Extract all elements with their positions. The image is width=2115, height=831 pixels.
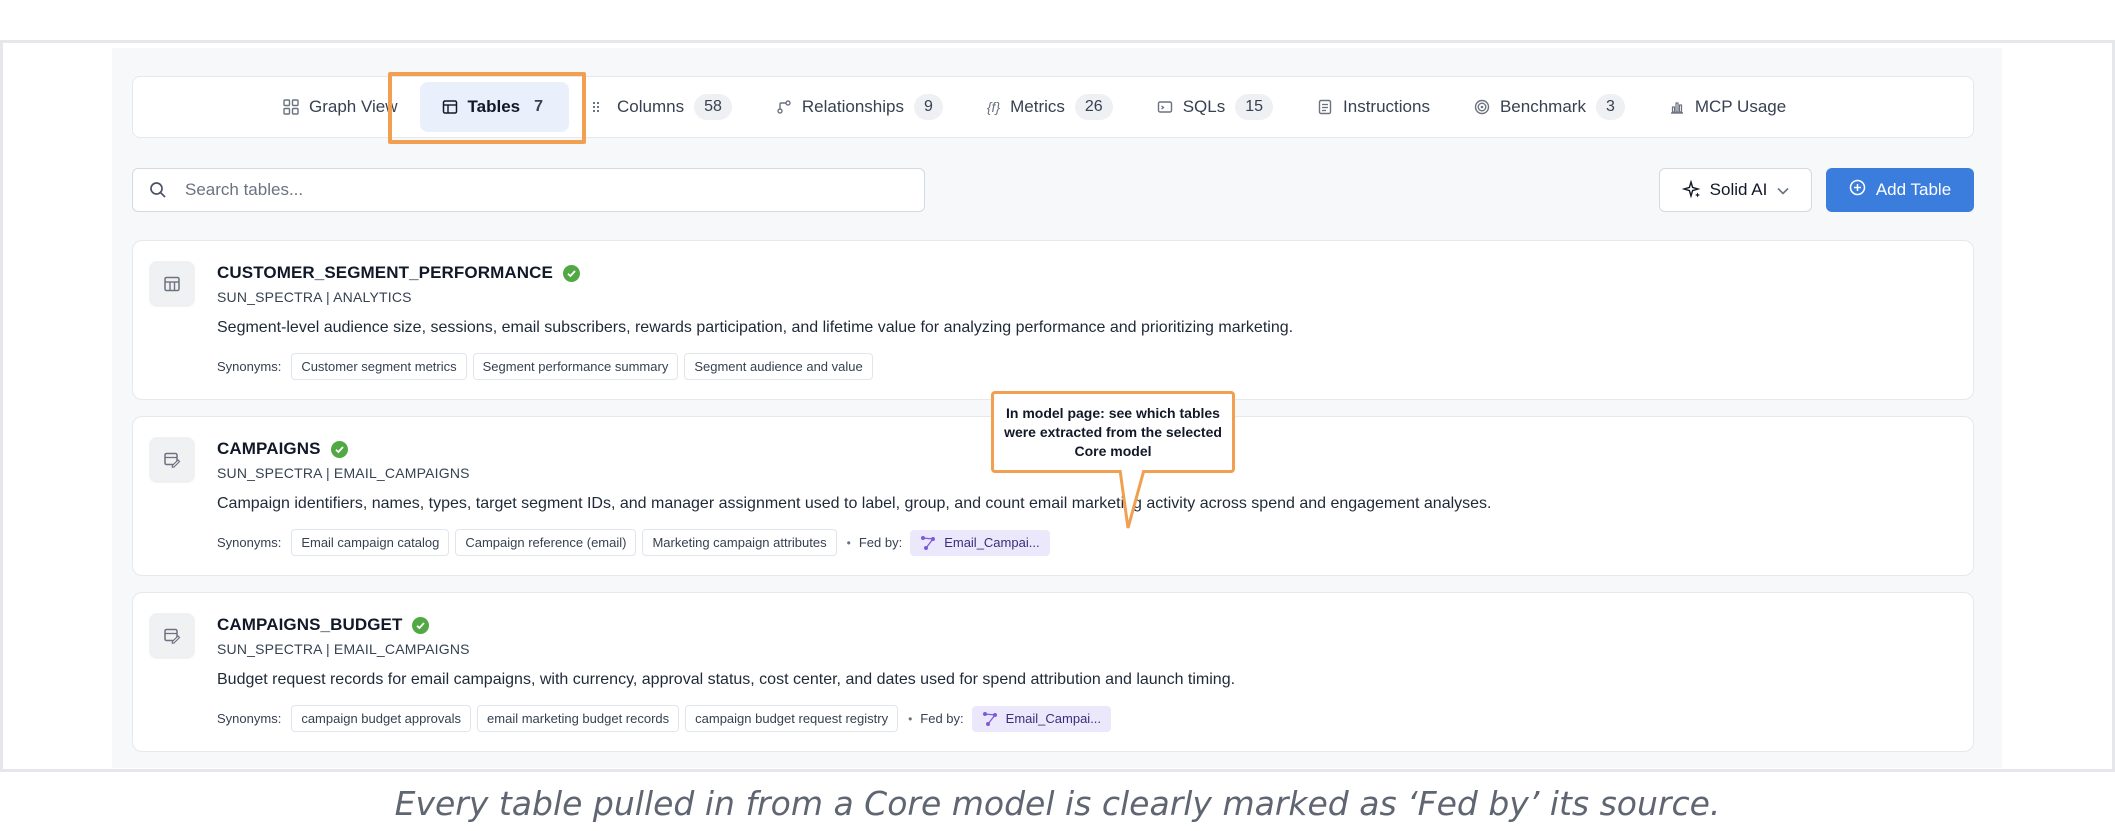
table-name-text: CAMPAIGNS_BUDGET (217, 615, 403, 634)
tab-label: Benchmark (1499, 97, 1586, 116)
tab-count-badge: 9 (913, 94, 943, 120)
model-graph-icon (920, 535, 936, 551)
tab-benchmark[interactable]: Benchmark 3 (1452, 82, 1647, 132)
function-icon: {f} (986, 99, 1001, 115)
tab-bar: Graph View Tables 7 Columns 58 Relations… (132, 76, 1974, 138)
synonyms-row: Synonyms: Email campaign catalog Campaig… (217, 529, 1050, 556)
synonyms-label: Synonyms: (217, 359, 282, 374)
plus-circle-icon (1849, 179, 1866, 201)
tab-graph-view[interactable]: Graph View (261, 82, 420, 132)
relationships-icon (776, 99, 792, 115)
add-table-label: Add Table (1875, 180, 1952, 199)
columns-icon (591, 99, 607, 115)
solid-ai-label: Solid AI (1709, 180, 1768, 199)
verified-check-icon (562, 264, 580, 282)
tab-sqls[interactable]: SQLs 15 (1135, 82, 1295, 132)
verified-check-icon (412, 616, 430, 634)
search-box[interactable] (132, 168, 925, 212)
tab-instructions[interactable]: Instructions (1295, 82, 1452, 132)
synonym-chip: Segment audience and value (684, 353, 873, 380)
tab-count-badge: 3 (1595, 94, 1625, 120)
callout-pointer (1118, 470, 1146, 529)
table-name-text: CAMPAIGNS (217, 439, 321, 458)
chevron-down-icon (1777, 183, 1789, 198)
tab-label: Instructions (1343, 97, 1430, 116)
instructions-icon (1317, 99, 1333, 115)
tab-count-badge: 7 (534, 98, 544, 115)
tab-mcp-usage[interactable]: MCP Usage (1647, 82, 1808, 132)
synonym-chip: Segment performance summary (472, 353, 679, 380)
separator-dot: • (846, 535, 851, 550)
table-description: Campaign identifiers, names, types, targ… (217, 495, 1492, 512)
synonyms-label: Synonyms: (217, 711, 282, 726)
tab-label: Tables (467, 97, 521, 116)
separator-dot: • (908, 711, 913, 726)
tab-metrics[interactable]: {f} Metrics 26 (965, 82, 1135, 132)
target-icon (1474, 99, 1490, 115)
fed-by-chip[interactable]: Email_Campai... (971, 705, 1112, 732)
synonym-chip: campaign budget approvals (291, 705, 472, 732)
tab-label: SQLs (1182, 97, 1226, 116)
annotation-callout: In model page: see which tables were ext… (991, 391, 1235, 473)
table-schema: SUN_SPECTRA | EMAIL_CAMPAIGNS (217, 465, 470, 481)
table-edit-icon (149, 613, 195, 659)
tab-relationships[interactable]: Relationships 9 (754, 82, 965, 132)
tab-label: Graph View (309, 97, 398, 116)
tab-tables[interactable]: Tables 7 (419, 82, 570, 132)
synonym-chip: campaign budget request registry (685, 705, 899, 732)
table-name-text: CUSTOMER_SEGMENT_PERFORMANCE (217, 263, 553, 282)
table-name[interactable]: CAMPAIGNS_BUDGET (217, 615, 430, 635)
fed-by-model: Email_Campai... (1005, 711, 1102, 726)
tab-count-badge: 58 (694, 94, 732, 120)
table-icon (442, 99, 458, 115)
table-schema: SUN_SPECTRA | ANALYTICS (217, 289, 412, 305)
tab-count-badge: 26 (1074, 94, 1113, 120)
synonym-chip: Email campaign catalog (291, 529, 450, 556)
search-icon (149, 181, 167, 199)
tab-label: MCP Usage (1694, 97, 1787, 116)
figure-caption: Every table pulled in from a Core model … (394, 784, 1721, 823)
chart-icon (1669, 99, 1685, 115)
synonym-chip: Customer segment metrics (291, 353, 467, 380)
verified-check-icon (330, 440, 348, 458)
table-name[interactable]: CAMPAIGNS (217, 439, 348, 459)
table-card[interactable]: CAMPAIGNS_BUDGET SUN_SPECTRA | EMAIL_CAM… (132, 592, 1974, 752)
add-table-button[interactable]: Add Table (1826, 168, 1974, 212)
synonym-chip: Campaign reference (email) (455, 529, 637, 556)
table-icon (149, 261, 195, 307)
tab-label: Metrics (1010, 97, 1065, 116)
search-input[interactable] (185, 180, 885, 200)
tab-columns[interactable]: Columns 58 (569, 82, 754, 132)
synonyms-row: Synonyms: Customer segment metrics Segme… (217, 353, 879, 380)
tab-label: Relationships (801, 97, 904, 116)
tab-count-badge: 15 (1235, 94, 1274, 120)
synonym-chip: email marketing budget records (477, 705, 680, 732)
synonyms-label: Synonyms: (217, 535, 282, 550)
fed-by-label: Fed by: (858, 535, 903, 550)
table-description: Budget request records for email campaig… (217, 671, 1236, 688)
sparkle-icon (1681, 180, 1702, 200)
table-edit-icon (149, 437, 195, 483)
solid-ai-button[interactable]: Solid AI (1659, 168, 1812, 212)
tab-label: Columns (617, 97, 685, 116)
table-card[interactable]: CUSTOMER_SEGMENT_PERFORMANCE SUN_SPECTRA… (132, 240, 1974, 400)
table-name[interactable]: CUSTOMER_SEGMENT_PERFORMANCE (217, 263, 580, 283)
fed-by-label: Fed by: (920, 711, 964, 726)
model-graph-icon (982, 711, 998, 727)
fed-by-model: Email_Campai... (944, 535, 1040, 550)
table-schema: SUN_SPECTRA | EMAIL_CAMPAIGNS (217, 641, 470, 657)
synonym-chip: Marketing campaign attributes (642, 529, 837, 556)
sql-icon (1157, 99, 1173, 115)
synonyms-row: Synonyms: campaign budget approvals emai… (217, 705, 1112, 732)
table-description: Segment-level audience size, sessions, e… (217, 319, 1294, 336)
fed-by-chip[interactable]: Email_Campai... (910, 529, 1050, 556)
graph-view-icon (283, 99, 299, 115)
